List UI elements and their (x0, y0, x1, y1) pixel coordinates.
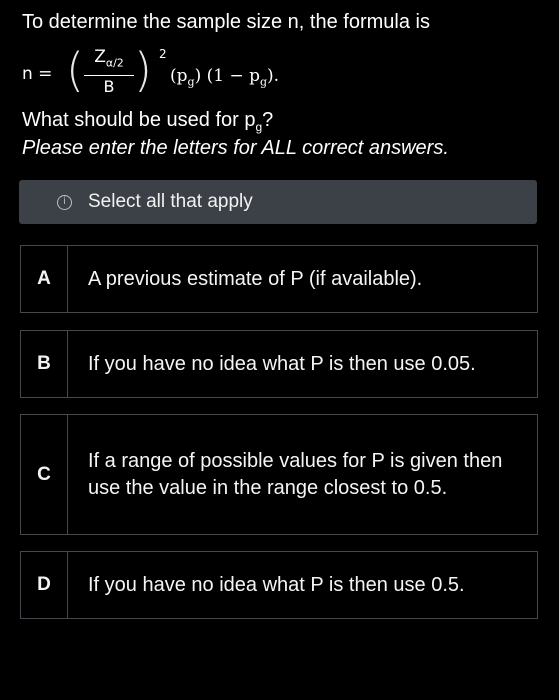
answer-option-b[interactable]: B If you have no idea what P is then use… (20, 330, 538, 398)
option-letter: C (21, 415, 68, 534)
formula-exponent: 2 (159, 47, 167, 61)
banner-text: Select all that apply (88, 191, 253, 212)
option-text: If you have no idea what P is then use 0… (88, 573, 465, 596)
formula-rest-sub1: g (187, 75, 195, 89)
formula-denominator: B (103, 77, 115, 97)
prompt-main: What should be used for p (22, 109, 256, 131)
formula-rest-part1: (p (170, 66, 188, 86)
select-all-banner: i Select all that apply (19, 180, 537, 224)
formula-left-paren: ( (66, 43, 84, 97)
option-letter: B (21, 331, 68, 397)
formula-lhs: n = (22, 64, 53, 84)
info-icon: i (57, 194, 72, 210)
sample-size-formula: n = ( Zα/2 B ) 2 (pg) (1 − pg). (22, 40, 542, 106)
numerator-subscript: α/2 (105, 56, 124, 70)
option-text: If a range of possible values for P is g… (88, 449, 503, 499)
option-letter: D (21, 552, 68, 618)
formula-right-paren: ) (134, 43, 152, 97)
answer-option-c[interactable]: C If a range of possible values for P is… (20, 414, 538, 535)
option-text: If you have no idea what P is then use 0… (88, 352, 476, 375)
formula-numerator: Zα/2 (84, 46, 134, 77)
formula-rest-part2: ) (1 − p (194, 66, 260, 86)
question-prompt: What should be used for pg? (22, 106, 542, 134)
question-intro: To determine the sample size n, the form… (22, 11, 430, 33)
formula-rest-part3: ). (267, 66, 280, 86)
formula-rest: (pg) (1 − pg). (170, 62, 279, 96)
prompt-end: ? (262, 109, 274, 131)
option-text: A previous estimate of P (if available). (88, 267, 423, 290)
answer-option-d[interactable]: D If you have no idea what P is then use… (20, 551, 538, 619)
numerator-z: Z (94, 47, 106, 67)
option-letter: A (21, 246, 68, 312)
question-instruction: Please enter the letters for ALL correct… (22, 137, 449, 159)
answer-option-a[interactable]: A A previous estimate of P (if available… (20, 245, 538, 313)
formula-rest-sub2: g (259, 75, 268, 89)
question-block: To determine the sample size n, the form… (22, 8, 542, 162)
formula-fraction: Zα/2 B (84, 46, 134, 98)
